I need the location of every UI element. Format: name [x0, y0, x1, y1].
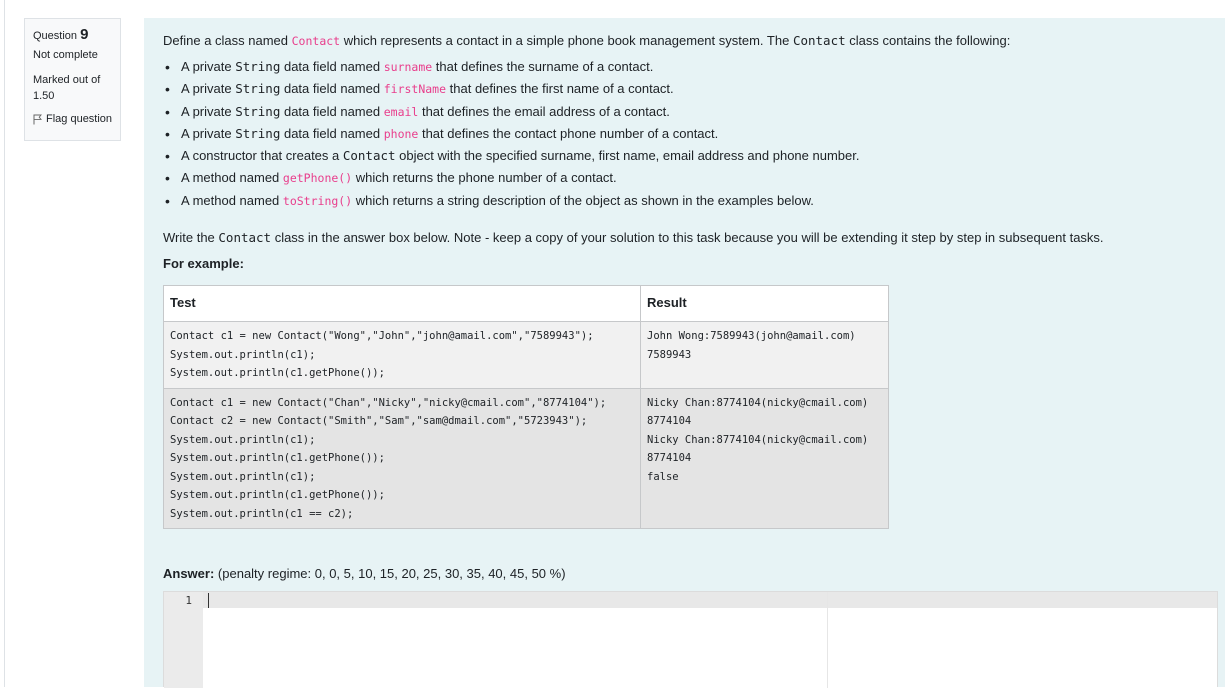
- code-line: System.out.println(c1 == c2);: [170, 507, 354, 520]
- editor-gutter: 1: [164, 592, 203, 688]
- header-result: Result: [640, 285, 889, 322]
- code-line: System.out.println(c1);: [170, 433, 316, 446]
- test-cell: Contact c1 = new Contact("Wong","John","…: [163, 321, 641, 389]
- intro-text: Define a class named: [163, 33, 292, 48]
- code-line: Contact c1 = new Contact("Wong","John","…: [170, 330, 594, 342]
- result-cell: Nicky Chan:8774104(nicky@cmail.com) 8774…: [640, 387, 889, 529]
- page-left-border: [4, 0, 5, 687]
- question-grade: Marked out of 1.50: [33, 74, 101, 102]
- code-line: Contact c1 = new Contact("Chan","Nicky",…: [170, 396, 607, 409]
- write-instruction: Write the Contact class in the answer bo…: [163, 230, 1104, 246]
- requirement-item: A private String data field named email …: [165, 101, 1225, 124]
- question-info: Question 9 Not complete Marked out of 1.…: [24, 18, 121, 141]
- code-line: System.out.println(c1);: [170, 470, 316, 483]
- output-line: false: [647, 470, 679, 483]
- output-line: Nicky Chan:8774104(nicky@cmail.com): [647, 433, 869, 446]
- requirement-item: A private String data field named firstN…: [165, 78, 1225, 101]
- test-cell: Contact c1 = new Contact("Chan","Nicky",…: [163, 387, 641, 529]
- answer-code-input[interactable]: [204, 592, 1225, 688]
- output-line: 8774104: [647, 452, 692, 464]
- flag-outline-icon: [33, 114, 42, 125]
- answer-heading: Answer:: [163, 566, 215, 581]
- code-editor[interactable]: 1: [163, 591, 1225, 688]
- for-example-heading: For example:: [163, 256, 244, 272]
- flag-question-link[interactable]: Flag question: [33, 112, 120, 126]
- requirement-item: A private String data field named phone …: [165, 123, 1225, 146]
- requirement-item: A method named toString() which returns …: [165, 190, 1225, 213]
- result-cell: John Wong:7589943(john@amail.com) 758994…: [640, 321, 889, 389]
- intro-text: class contains the following:: [845, 33, 1011, 48]
- code-line: System.out.println(c1.getPhone());: [170, 489, 385, 501]
- code-line: System.out.println(c1.getPhone());: [170, 452, 385, 464]
- output-line: Nicky Chan:8774104(nicky@cmail.com): [647, 396, 869, 409]
- examples-table: Test Result Contact c1 = new Contact("Wo…: [163, 285, 889, 529]
- question-label: Question: [33, 30, 78, 42]
- table-row: Contact c1 = new Contact("Chan","Nicky",…: [163, 387, 889, 529]
- code-line: System.out.println(c1);: [170, 348, 316, 361]
- code-line: Contact c2 = new Contact("Smith","Sam","…: [170, 415, 588, 427]
- table-row: Contact c1 = new Contact("Wong","John","…: [163, 321, 889, 389]
- question-formulation: Define a class named Contact which repre…: [144, 18, 1225, 688]
- flag-question-label: Flag question: [46, 113, 113, 125]
- intro-class-code: Contact: [291, 34, 341, 48]
- intro-text: which represents a contact in a simple p…: [340, 33, 793, 48]
- header-test: Test: [163, 285, 641, 322]
- output-line: John Wong:7589943(john@amail.com): [647, 330, 856, 342]
- answer-label: Answer: (penalty regime: 0, 0, 5, 10, 15…: [163, 565, 566, 583]
- intro-class-tt: Contact: [792, 33, 846, 48]
- output-line: 7589943: [647, 348, 692, 361]
- requirement-item: A constructor that creates a Contact obj…: [165, 145, 1225, 168]
- question-intro: Define a class named Contact which repre…: [163, 32, 1225, 50]
- output-line: 8774104: [647, 415, 692, 427]
- requirement-item: A method named getPhone() which returns …: [165, 167, 1225, 190]
- table-header-row: Test Result: [163, 285, 889, 322]
- requirement-item: A private String data field named surnam…: [165, 56, 1225, 79]
- question-number: Question 9: [33, 27, 120, 44]
- requirements-list: A private String data field named surnam…: [163, 56, 1225, 212]
- question-number-value: 9: [80, 26, 89, 43]
- line-number: 1: [185, 594, 192, 607]
- code-line: System.out.println(c1.getPhone());: [170, 367, 385, 379]
- penalty-regime: (penalty regime: 0, 0, 5, 10, 15, 20, 25…: [217, 566, 566, 581]
- question-state: Not complete: [33, 49, 98, 61]
